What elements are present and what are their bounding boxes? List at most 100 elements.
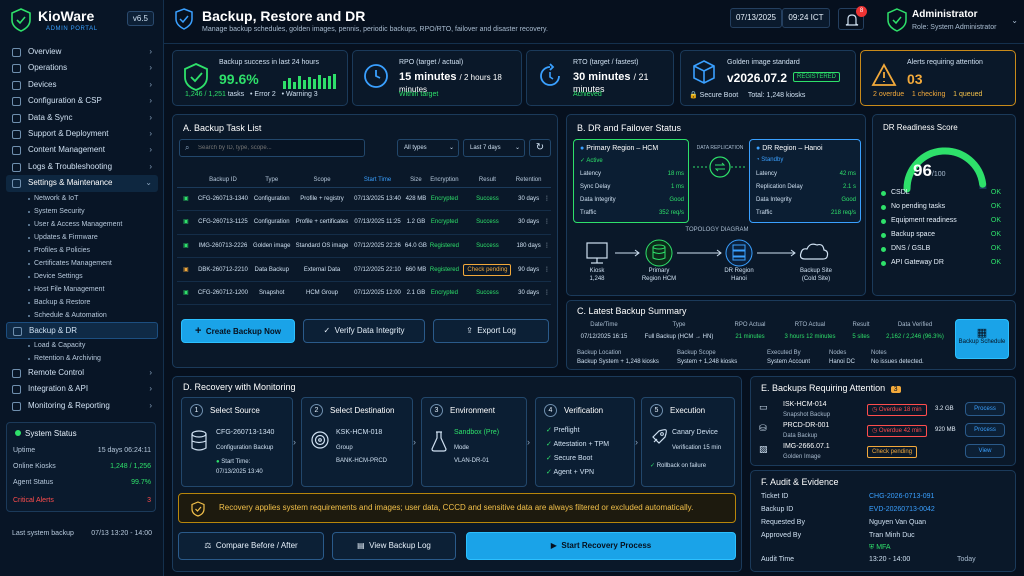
audit-row: Audit Time 13:20 - 14:00 Today [761,556,1011,563]
nav-sub-item[interactable]: Updates & Firmware [6,231,158,244]
last-backup-value: 07/13 13:20 - 14:00 [91,530,152,537]
nav-operations[interactable]: Operations › [6,60,158,76]
table-row[interactable]: ▣ CFG-260713-1125 Configuration Profile + c… [177,210,551,235]
nav-sub-item[interactable]: Schedule & Automation [6,309,158,322]
cell-id: CFG-260713-1340 [195,187,251,212]
nav-support[interactable]: Support & Deployment › [6,126,158,142]
start-recovery-button[interactable]: ▶ Start Recovery Process [466,532,736,560]
kpi-title: RTO (target / fastest) [573,59,639,66]
search-input[interactable] [198,142,358,154]
nav-devices[interactable]: Devices › [6,77,158,93]
nav-remote[interactable]: Remote Control › [6,365,158,381]
nav-overview[interactable]: Overview › [6,44,158,60]
process-button[interactable]: Process [965,402,1005,416]
nav-backup-dr[interactable]: Backup & DR [6,322,158,339]
primary-region-card[interactable]: ● Primary Region – HCM ✓ Active Latency 1… [573,139,689,223]
user-menu[interactable]: Administrator Role: System Administrator… [884,6,1020,36]
button-label: Start Recovery Process [561,541,652,550]
cell-type: Golden image [250,234,293,259]
export-log-button[interactable]: ⇪ Export Log [433,319,549,343]
view-button[interactable]: View [965,444,1005,458]
cell-result: Success [460,281,515,306]
type-filter-select[interactable]: All types ⌄ [397,139,459,157]
nav-sub-item[interactable]: Device Settings [6,270,158,283]
date-chip[interactable]: 07/13/2025 [730,8,782,28]
nav-sub-item[interactable]: Backup & Restore [6,296,158,309]
backup-schedule-button[interactable]: ▦ Backup Schedule [955,319,1009,359]
time-chip[interactable]: 09:24 ICT [782,8,830,28]
compare-button[interactable]: ⚖ Compare Before / After [178,532,324,560]
create-backup-button[interactable]: + Create Backup Now [181,319,295,343]
nav-logs[interactable]: Logs & Troubleshooting › [6,159,158,175]
nav-monitoring[interactable]: Monitoring & Reporting › [6,398,158,414]
column-header[interactable]: Result [460,173,515,188]
nav-sub-item[interactable]: Certificates Management [6,257,158,270]
standby-icon: ◔ [756,157,760,163]
row-menu-icon[interactable]: ⋮ [543,257,551,282]
recovery-step-4[interactable]: 4 Verification ✓ Preflight ✓ Attestation… [535,397,635,487]
column-header[interactable]: Retention [514,173,543,188]
recovery-step-1[interactable]: 1 Select Source CFG-260713-1340 Configur… [181,397,293,487]
search-box[interactable]: ⌕ [179,139,365,157]
remote-icon [12,369,21,379]
cell-size: 660 MB [403,257,429,282]
cell-start: 07/12/2025 22:10 [351,257,404,282]
recovery-step-2[interactable]: 2 Select Destination KSK-HCM-018 Group B… [301,397,413,487]
audit-value[interactable]: EVD-20260713-0042 [869,506,935,513]
column-header[interactable]: Size [403,173,429,188]
nav-integration[interactable]: Integration & API › [6,381,158,397]
view-backup-log-button[interactable]: ▤ View Backup Log [332,532,456,560]
notification-badge: 8 [856,6,867,17]
column-header[interactable]: Encryption [428,173,461,188]
nav-sub-item[interactable]: Retention & Archiving [6,352,158,365]
row-menu-icon[interactable]: ⋮ [543,210,551,235]
cell-result: Success [460,210,515,235]
scale-icon: ⚖ [204,541,212,550]
kpi-sub-checking: 1 checking [911,91,946,98]
table-row[interactable]: ▣ CFG-260712-1200 Snapshot HCM Group 07/12/2… [177,281,551,306]
step-title: Verification [564,406,604,415]
topology-node-backup: Backup Site (Cold Site) [789,267,843,283]
range-filter-select[interactable]: Last 7 days ⌄ [463,139,525,157]
verify-integrity-button[interactable]: ✓ Verify Data Integrity [303,319,425,343]
nav-sub-item[interactable]: User & Access Management [6,218,158,231]
cell-retention: 180 days [514,234,543,259]
nav-sub-item[interactable]: Network & IoT [6,192,158,205]
column-header-sorted[interactable]: Start Time [351,173,404,188]
recovery-step-5[interactable]: 5 Execution Canary Device Verification 1… [641,397,735,487]
system-status-title: System Status [15,429,77,438]
column-header[interactable]: Type [250,173,293,188]
table-row[interactable]: ▣ CFG-260713-1340 Configuration Profile + r… [177,187,551,212]
nav-content[interactable]: Content Management › [6,142,158,158]
audit-value[interactable]: CHG-2026-0713-091 [869,493,934,500]
attention-size: 920 MB [935,427,956,433]
table-row[interactable]: ▣ DBK-260712-2210 Data Backup External Data… [177,257,551,282]
row-menu-icon[interactable]: ⋮ [543,187,551,212]
dr-region-card[interactable]: ● DR Region – Hanoi ◔ Standby Latency 42 … [749,139,861,223]
column-header[interactable]: Backup ID [195,173,251,188]
nav-settings[interactable]: Settings & Maintenance ⌄ [6,175,158,192]
recovery-step-3[interactable]: 3 Environment Sandbox (Pre) Mode VLAN-DR… [421,397,527,487]
chevron-right-icon: › [149,112,152,122]
table-row[interactable]: ▣ IMG-260713-2226 Golden image Standard OS … [177,234,551,259]
cell-result: Success [460,234,515,259]
step-line: BANK-HCM-PRCD [336,458,387,464]
row-menu-icon[interactable]: ⋮ [543,281,551,306]
notification-button[interactable]: 8 [838,6,867,30]
column-header[interactable]: Scope [292,173,352,188]
nav-sub-item[interactable]: System Security [6,205,158,218]
kpi-title: RPO (target / actual) [399,59,464,66]
row-menu-icon[interactable]: ⋮ [543,234,551,259]
refresh-button[interactable]: ↻ [529,139,551,157]
nav-data-sync[interactable]: Data & Sync › [6,110,158,126]
nav-config[interactable]: Configuration & CSP › [6,93,158,109]
process-button[interactable]: Process [965,423,1005,437]
nav-sub-item[interactable]: Load & Capacity [6,339,158,352]
kpi-value: v2026.07.2 [727,71,788,85]
nav-sub-item[interactable]: Profiles & Policies [6,244,158,257]
node-label: Primary [648,268,670,274]
summary-value: System Account [767,359,811,365]
operations-icon [12,64,21,74]
nav-sub-item[interactable]: Host File Management [6,283,158,296]
step-line: Configuration Backup [216,445,274,451]
